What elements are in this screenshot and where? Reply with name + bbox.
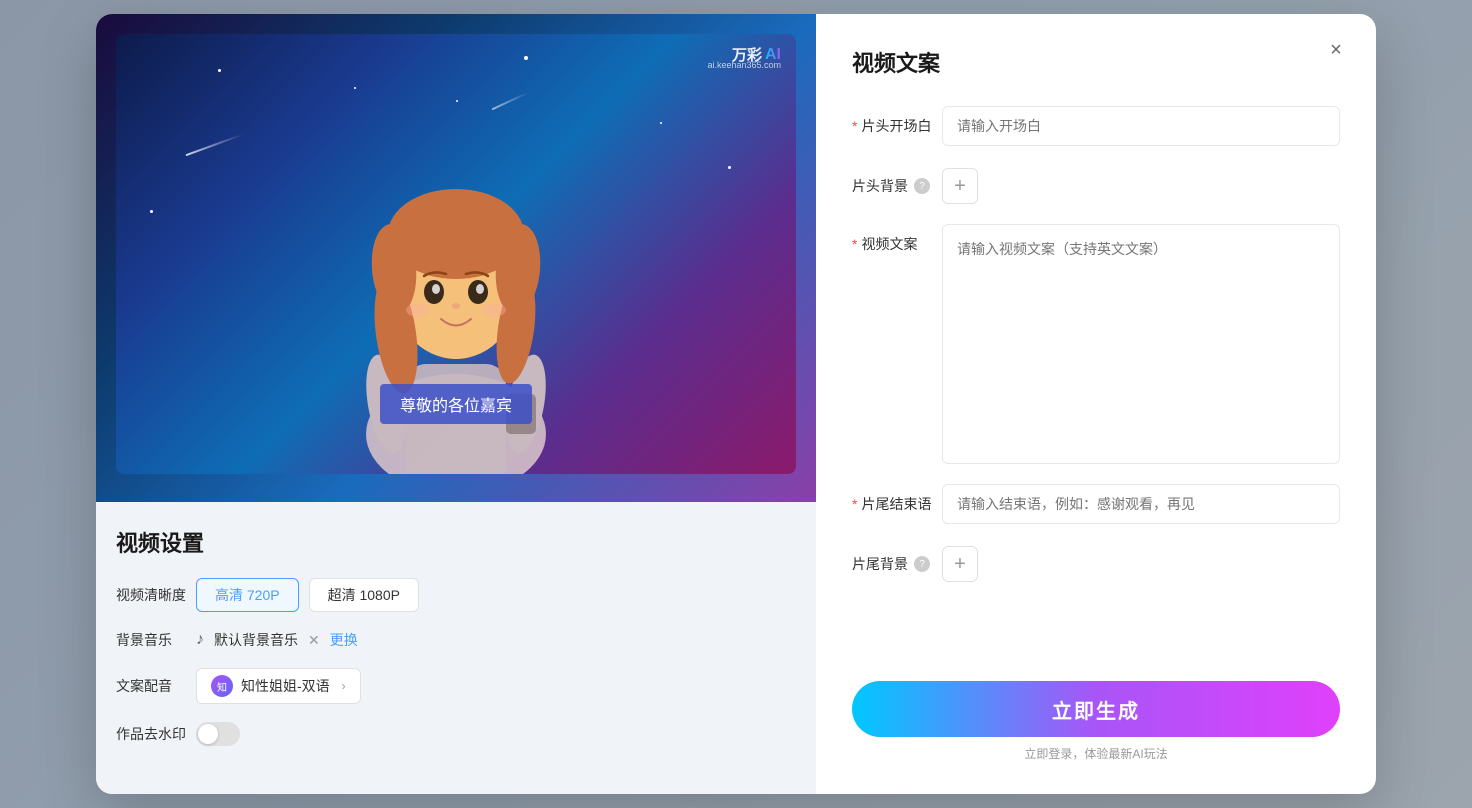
content-label: * 视频文案	[852, 224, 942, 254]
tail-bg-add-area: +	[942, 544, 1340, 582]
music-name: 默认背景音乐	[214, 630, 298, 650]
quality-1080p[interactable]: 超清 1080P	[309, 578, 419, 612]
closing-row: * 片尾结束语	[852, 484, 1340, 524]
voice-label: 文案配音	[116, 676, 196, 696]
quality-row: 视频清晰度 高清 720P 超清 1080P	[116, 578, 796, 612]
music-label: 背景音乐	[116, 630, 196, 650]
settings-title: 视频设置	[116, 526, 796, 558]
generate-sub-text: 立即登录，体验最新AI玩法	[852, 745, 1340, 762]
watermark-site: ai.keehan365.com	[707, 60, 781, 70]
right-panel: 视频文案 * 片头开场白 片头背景 ? +	[816, 14, 1376, 794]
tail-bg-help-icon[interactable]: ?	[914, 556, 930, 572]
quality-720p[interactable]: 高清 720P	[196, 578, 299, 612]
music-change-btn[interactable]: 更换	[330, 630, 358, 650]
header-bg-help-icon[interactable]: ?	[914, 178, 930, 194]
quality-options: 高清 720P 超清 1080P	[196, 578, 796, 612]
opening-required: *	[852, 118, 857, 134]
closing-input[interactable]	[942, 484, 1340, 524]
header-bg-label: 片头背景 ?	[852, 166, 942, 196]
tail-bg-label: 片尾背景 ?	[852, 544, 942, 574]
tail-bg-label-text: 片尾背景	[852, 554, 908, 574]
close-button[interactable]: ×	[1320, 34, 1352, 66]
video-preview: 万彩 AI ai.keehan365.com	[116, 34, 796, 474]
opening-label: * 片头开场白	[852, 106, 942, 136]
voice-arrow-icon: ›	[342, 679, 346, 693]
header-bg-add-area: +	[942, 166, 1340, 204]
modal-overlay: ×	[0, 0, 1472, 808]
music-remove-btn[interactable]: ✕	[308, 632, 320, 649]
voice-content: 知 知性姐姐-双语 ›	[196, 668, 796, 704]
watermark-label: 作品去水印	[116, 724, 196, 744]
voice-selector[interactable]: 知 知性姐姐-双语 ›	[196, 668, 361, 704]
music-content: ♪ 默认背景音乐 ✕ 更换	[196, 630, 796, 650]
voice-name: 知性姐姐-双语	[241, 676, 330, 696]
modal: ×	[96, 14, 1376, 794]
opening-label-text: 片头开场白	[861, 116, 931, 136]
quality-label: 视频清晰度	[116, 585, 196, 605]
closing-label-text: 片尾结束语	[861, 494, 931, 514]
subtitle-text: 尊敬的各位嘉宾	[400, 398, 512, 415]
watermark-toggle[interactable]	[196, 722, 240, 746]
content-row: * 视频文案	[852, 224, 1340, 464]
watermark-row: 作品去水印	[116, 722, 796, 746]
music-icon: ♪	[196, 631, 204, 649]
video-subtitle: 尊敬的各位嘉宾	[380, 384, 532, 424]
closing-label: * 片尾结束语	[852, 484, 942, 514]
content-label-text: 视频文案	[861, 234, 917, 254]
content-textarea[interactable]	[942, 224, 1340, 464]
panel-title: 视频文案	[852, 46, 1340, 78]
left-panel: 万彩 AI ai.keehan365.com	[96, 14, 816, 794]
opening-input[interactable]	[942, 106, 1340, 146]
tail-bg-add-btn[interactable]: +	[942, 546, 978, 582]
voice-avatar: 知	[211, 675, 233, 697]
closing-required: *	[852, 496, 857, 512]
settings-section: 视频设置 视频清晰度 高清 720P 超清 1080P 背景音乐 ♪ 默认背景音…	[116, 502, 796, 764]
music-row: 背景音乐 ♪ 默认背景音乐 ✕ 更换	[116, 630, 796, 650]
opening-row: * 片头开场白	[852, 106, 1340, 146]
header-bg-row: 片头背景 ? +	[852, 166, 1340, 204]
header-bg-add-btn[interactable]: +	[942, 168, 978, 204]
voice-row: 文案配音 知 知性姐姐-双语 ›	[116, 668, 796, 704]
toggle-knob	[198, 724, 218, 744]
header-bg-label-text: 片头背景	[852, 176, 908, 196]
tail-bg-row: 片尾背景 ? +	[852, 544, 1340, 582]
watermark-content	[196, 722, 796, 746]
generate-button[interactable]: 立即生成	[852, 681, 1340, 737]
video-preview-container: 万彩 AI ai.keehan365.com	[96, 14, 816, 502]
content-required: *	[852, 236, 857, 252]
